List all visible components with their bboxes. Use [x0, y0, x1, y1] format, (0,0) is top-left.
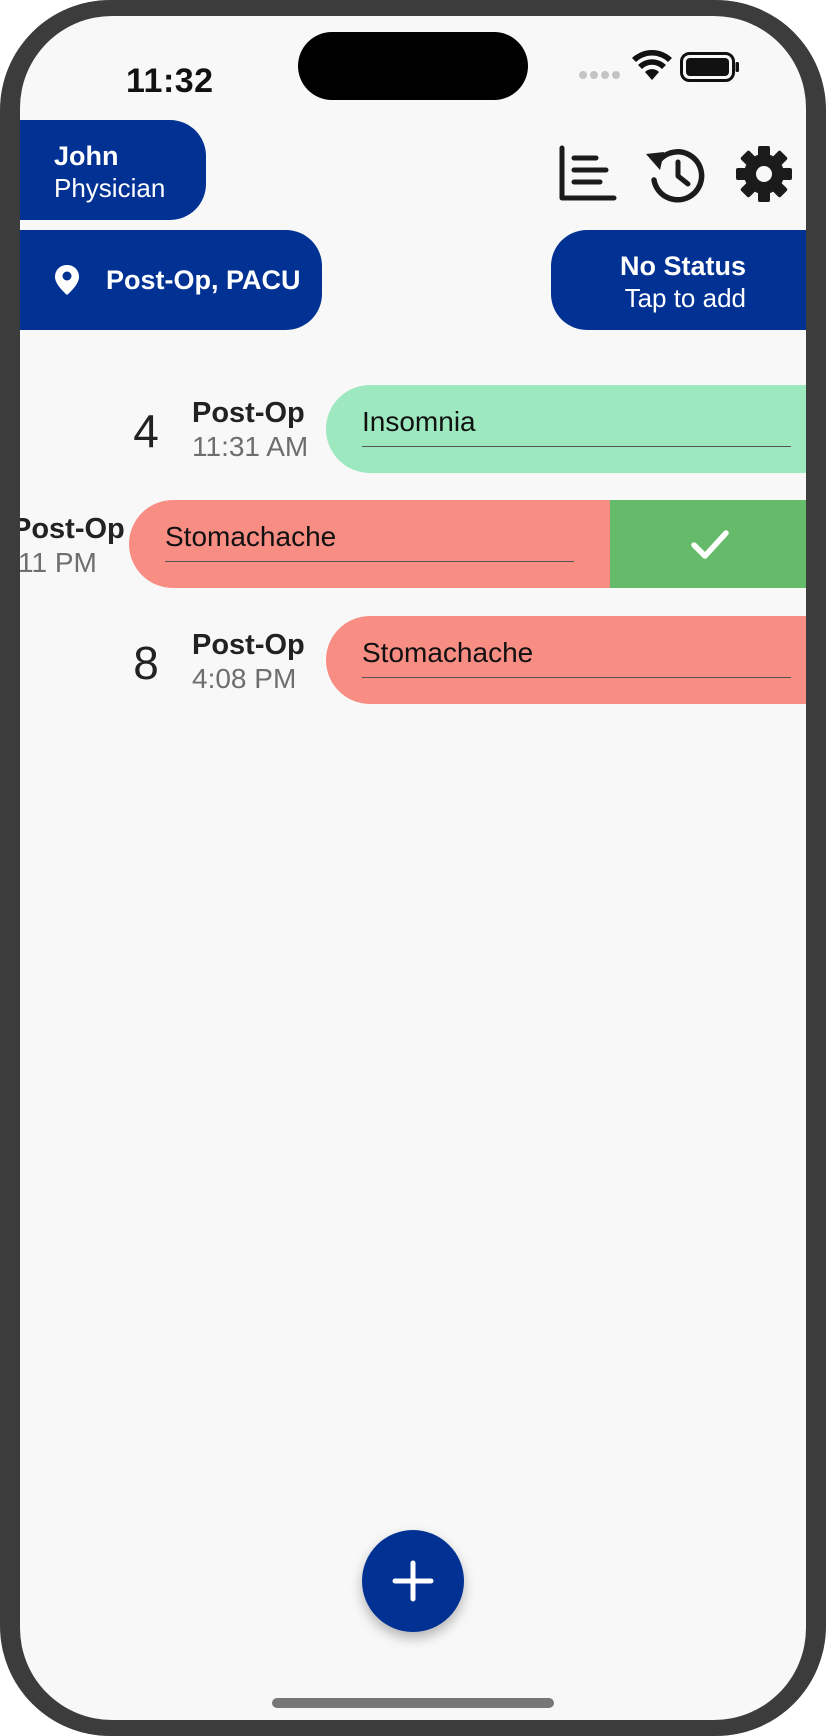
home-indicator[interactable]	[272, 1698, 554, 1708]
symptom-entry[interactable]: Stomachache	[129, 500, 610, 588]
entry-number: 4	[133, 405, 159, 457]
location-pin-icon	[55, 265, 79, 295]
user-name: John	[54, 141, 119, 171]
wifi-icon	[632, 50, 672, 80]
symptom-underline	[165, 561, 574, 562]
status-title: No Status	[619, 251, 746, 281]
entry-time: 11 PM	[20, 547, 97, 578]
user-role: Physician	[54, 173, 166, 203]
entry-location: Post-Op	[192, 629, 305, 661]
confirm-action-button[interactable]	[610, 500, 806, 588]
symptom-text: Stomachache	[362, 637, 534, 668]
settings-gear-icon[interactable]	[732, 142, 796, 206]
status-time: 11:32	[126, 62, 214, 100]
stats-list-icon[interactable]	[554, 142, 618, 206]
symptom-text: Stomachache	[165, 521, 337, 552]
symptom-underline	[362, 677, 791, 678]
entry-meta: Post-Op 4:08 PM	[192, 628, 305, 696]
add-entry-button[interactable]	[362, 1530, 464, 1632]
dynamic-island	[298, 32, 528, 100]
check-icon	[691, 530, 729, 559]
entry-location: Post-Op	[192, 397, 305, 429]
signal-dots-icon	[579, 71, 620, 79]
entry-meta: Post-Op 11:31 AM	[192, 396, 308, 464]
symptom-entry[interactable]: Stomachache	[326, 616, 806, 704]
symptom-entry[interactable]: Insomnia	[326, 385, 806, 473]
entry-time: 4:08 PM	[192, 663, 297, 694]
entry-meta: Post-Op	[20, 512, 125, 546]
entry-time-wrap: 11 PM	[20, 546, 97, 580]
location-label: Post-Op, PACU	[106, 264, 301, 295]
entry-number: 8	[133, 637, 159, 689]
user-profile-button[interactable]: John Physician	[20, 120, 206, 220]
status-button[interactable]: No Status Tap to add	[551, 230, 806, 330]
entry-time: 11:31 AM	[192, 431, 309, 462]
battery-icon	[680, 52, 739, 82]
plus-icon	[392, 1560, 434, 1602]
symptom-text: Insomnia	[362, 406, 476, 437]
entry-location: Post-Op	[20, 513, 125, 545]
location-button[interactable]: Post-Op, PACU	[20, 230, 322, 330]
history-icon[interactable]	[644, 142, 708, 206]
symptom-underline	[362, 446, 791, 447]
status-subtitle: Tap to add	[624, 283, 746, 313]
app-screen: 11:32 John Physician Post-Op, PACU No St…	[20, 16, 806, 1720]
